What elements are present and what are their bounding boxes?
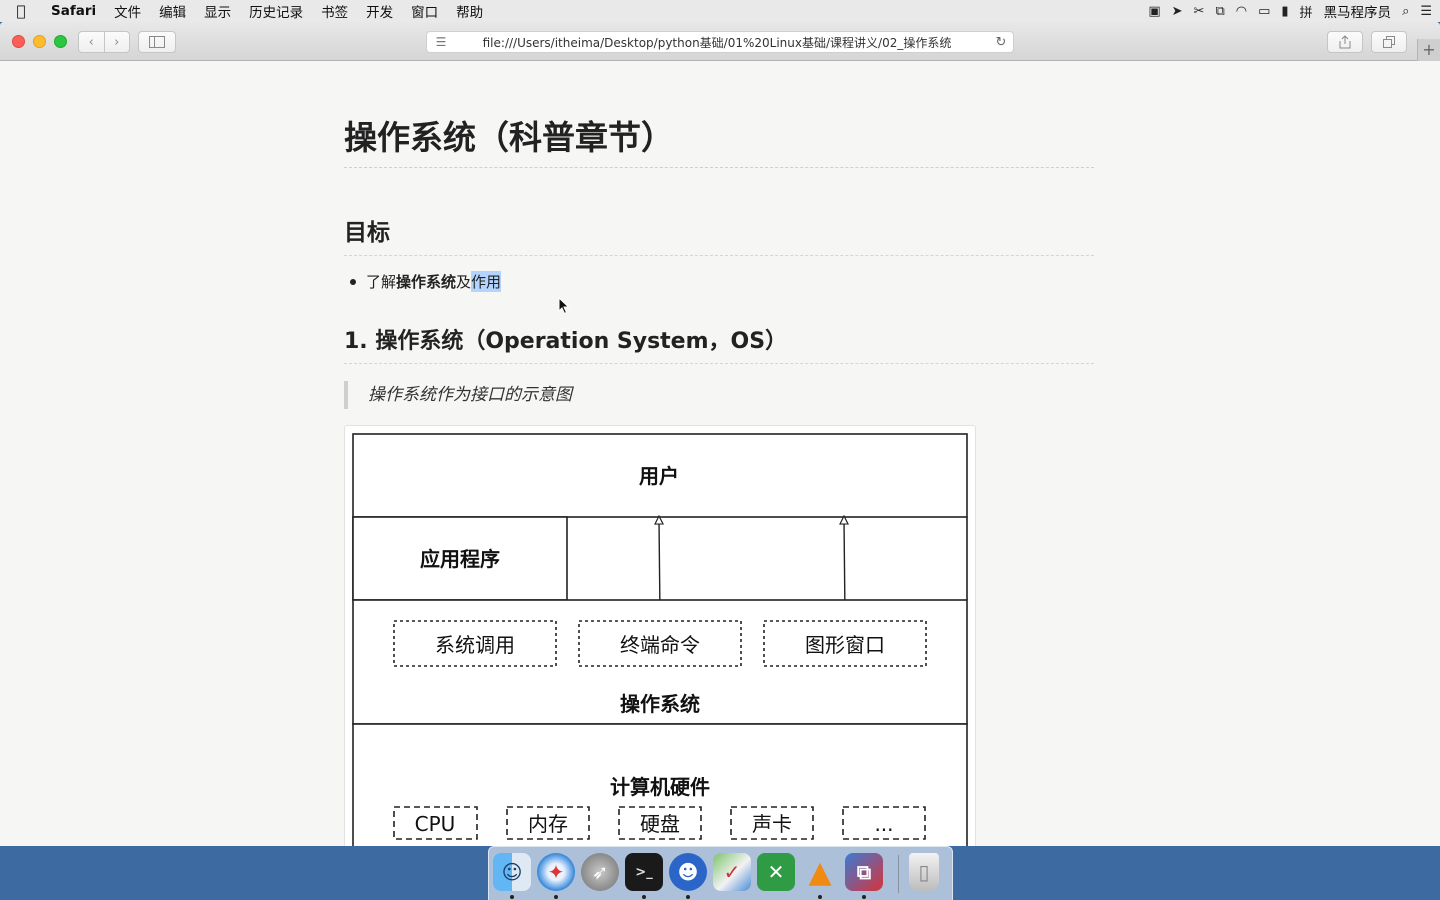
sidebar-toggle-button[interactable] <box>138 31 176 53</box>
gui-label: 图形窗口 <box>805 633 885 657</box>
zoom-button[interactable] <box>54 35 67 48</box>
reload-icon[interactable]: ↻ <box>989 35 1013 50</box>
menu-history[interactable]: 历史记录 <box>240 1 312 21</box>
application-label: 应用程序 <box>420 547 500 571</box>
minimize-button[interactable] <box>33 35 46 48</box>
user-label: 用户 <box>639 464 679 488</box>
running-indicator <box>862 895 866 899</box>
bullet-text-mid: 及 <box>456 273 472 291</box>
screenshot-icon[interactable]: ⧉ <box>1215 4 1224 19</box>
toolbar: ‹ › ☰ file:///Users/itheima/Desktop/pyth… <box>0 22 1440 61</box>
memory-label: 内存 <box>528 812 568 836</box>
terminal-label: 终端命令 <box>620 633 700 657</box>
scissors-icon[interactable]: ✂ <box>1194 4 1205 19</box>
disk-label: 硬盘 <box>640 812 680 836</box>
chat-icon[interactable]: ☻ <box>669 853 707 891</box>
trash-icon[interactable]: ▯ <box>909 853 939 891</box>
spotlight-search-icon[interactable]: ⌕ <box>1402 4 1409 19</box>
notification-center-icon[interactable]: ☰ <box>1420 4 1432 19</box>
list-item: 了解 操作系统 及 作用 <box>350 271 502 292</box>
blockquote: 操作系统作为接口的示意图 <box>344 381 572 409</box>
window-controls <box>12 35 67 48</box>
section-goal-heading: 目标 <box>344 213 1094 256</box>
battery-icon[interactable]: ▮ <box>1281 4 1288 19</box>
forward-button[interactable]: › <box>105 35 130 50</box>
menu-file[interactable]: 文件 <box>105 1 150 21</box>
airplay-icon[interactable]: ▭ <box>1258 4 1270 19</box>
bullet-text-prefix: 了解 <box>366 273 397 291</box>
os-interface-diagram: 用户 应用程序 系统调用 终端命令 图形窗口 操作系统 计算机硬件 CPU 内存… <box>344 425 976 846</box>
dock: ☺ ✦ ➶ >_ ☻ ✓ ✕ ▲ ⧉ ▯ <box>488 846 953 900</box>
running-indicator <box>554 895 558 899</box>
running-indicator <box>510 895 514 899</box>
menu-bookmarks[interactable]: 书签 <box>312 1 357 21</box>
send-icon[interactable]: ➤ <box>1172 4 1183 19</box>
soundcard-label: 声卡 <box>752 812 792 836</box>
os-label: 操作系统 <box>620 692 700 716</box>
maps-icon[interactable]: ✓ <box>713 853 751 891</box>
section-1-heading: 1. 操作系统（Operation System，OS） <box>344 323 1094 364</box>
page-title: 操作系统（科普章节） <box>344 111 1094 168</box>
safari-icon[interactable]: ✦ <box>537 853 575 891</box>
parallels-icon[interactable]: ⧉ <box>845 853 883 891</box>
user-name[interactable]: 黑马程序员 <box>1324 1 1392 21</box>
menu-window[interactable]: 窗口 <box>402 1 447 21</box>
menu-app-name[interactable]: Safari <box>42 3 105 19</box>
cpu-label: CPU <box>415 812 456 836</box>
terminal-icon[interactable]: >_ <box>625 853 663 891</box>
running-indicator <box>818 895 822 899</box>
menu-view[interactable]: 显示 <box>195 1 240 21</box>
navigation-buttons: ‹ › <box>78 31 130 53</box>
safari-window: ‹ › ☰ file:///Users/itheima/Desktop/pyth… <box>0 22 1440 846</box>
more-label: ... <box>874 812 893 836</box>
menu-help[interactable]: 帮助 <box>447 1 492 21</box>
running-indicator <box>686 895 690 899</box>
input-method-icon[interactable]: 拼 <box>1300 2 1313 21</box>
hardware-label: 计算机硬件 <box>610 775 710 799</box>
back-button[interactable]: ‹ <box>79 35 104 50</box>
url-text[interactable]: file:///Users/itheima/Desktop/python基础/0… <box>455 34 989 51</box>
tabs-icon <box>1383 36 1395 48</box>
sidebar-icon <box>149 36 165 48</box>
share-icon <box>1339 35 1351 49</box>
reader-icon[interactable]: ☰ <box>427 35 455 49</box>
menu-edit[interactable]: 编辑 <box>150 1 195 21</box>
selected-text: 作用 <box>471 271 502 292</box>
show-tabs-button[interactable] <box>1371 31 1407 53</box>
screen-record-icon[interactable]: ▣ <box>1148 4 1160 19</box>
address-bar[interactable]: ☰ file:///Users/itheima/Desktop/python基础… <box>426 31 1014 53</box>
bullet-text-bold: 操作系统 <box>396 273 457 291</box>
launchpad-icon[interactable]: ➶ <box>581 853 619 891</box>
mouse-cursor-icon <box>558 297 570 315</box>
vlc-icon[interactable]: ▲ <box>801 853 839 891</box>
bullet-dot <box>350 278 356 285</box>
share-button[interactable] <box>1327 31 1363 53</box>
syscall-label: 系统调用 <box>435 633 515 657</box>
diagram-svg: 用户 应用程序 系统调用 终端命令 图形窗口 操作系统 计算机硬件 CPU 内存… <box>352 433 968 846</box>
finder-icon[interactable]: ☺ <box>493 853 531 891</box>
page-content: 操作系统（科普章节） 目标 了解 操作系统 及 作用 1. 操作系统（Opera… <box>0 61 1440 846</box>
apple-icon[interactable]:  <box>0 2 42 20</box>
wifi-icon[interactable]: ◠ <box>1236 4 1247 19</box>
dock-divider <box>898 855 899 893</box>
xmind-icon[interactable]: ✕ <box>757 853 795 891</box>
new-tab-button[interactable]: + <box>1417 39 1440 61</box>
close-button[interactable] <box>12 35 25 48</box>
menu-bar:  Safari 文件 编辑 显示 历史记录 书签 开发 窗口 帮助 ▣ ➤ ✂… <box>0 0 1440 22</box>
running-indicator <box>642 895 646 899</box>
menu-develop[interactable]: 开发 <box>357 1 402 21</box>
